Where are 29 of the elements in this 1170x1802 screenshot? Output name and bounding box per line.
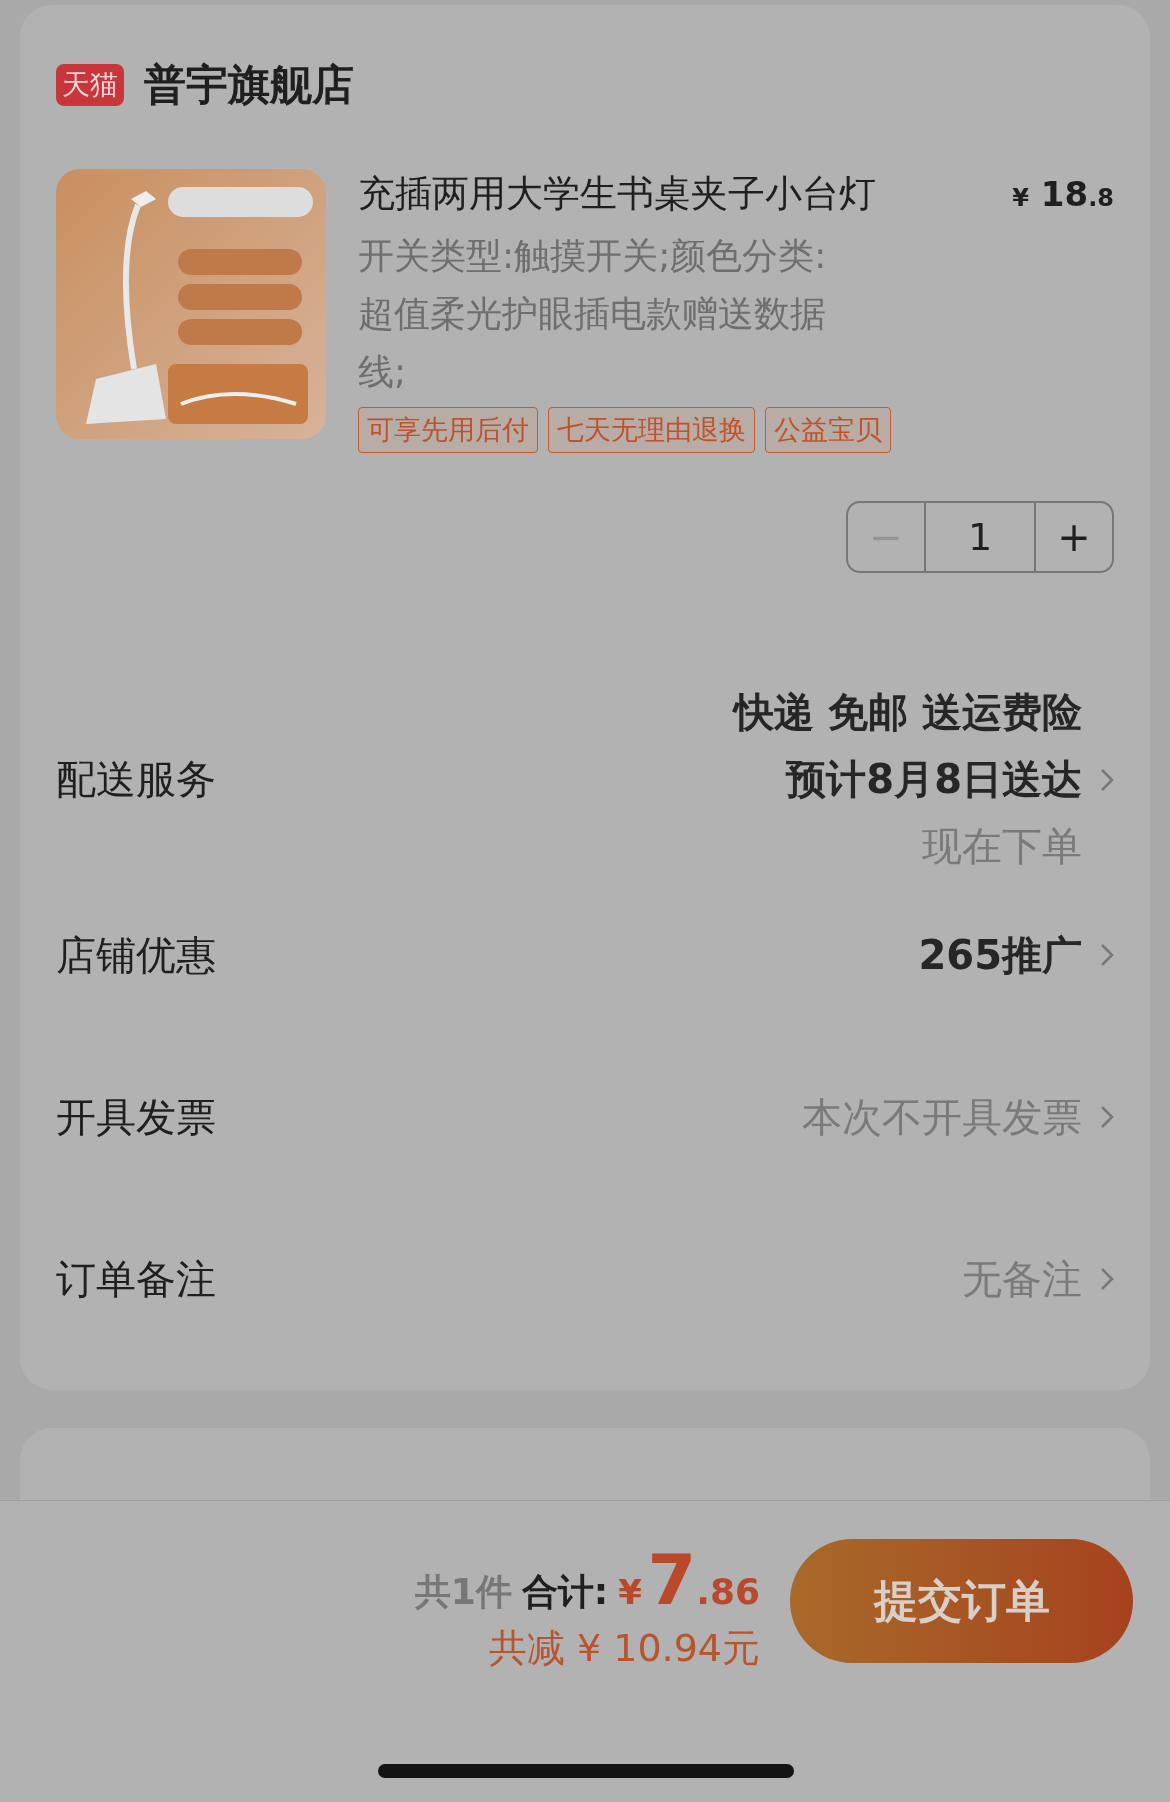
product-title: 充插两用大学生书桌夹子小台灯 <box>358 171 876 217</box>
store-badge: 天猫 <box>56 63 124 107</box>
chevron-icon[interactable] <box>1100 1105 1114 1129</box>
row-value: 快递 免邮 送运费险 <box>734 688 1082 737</box>
chevron-icon[interactable] <box>1100 943 1114 967</box>
chevron-icon[interactable] <box>1100 767 1114 792</box>
row-label: 店铺优惠 <box>56 930 216 980</box>
discount-total: 共减 ¥ 10.94元 <box>488 1625 760 1672</box>
service-tag: 可享先用后付 <box>358 407 538 453</box>
submit-order-button[interactable]: 提交订单 <box>790 1539 1133 1663</box>
row-value: 预计8月8日送达 <box>786 755 1082 804</box>
service-tag: 公益宝贝 <box>765 407 891 453</box>
row-value: 现在下单 <box>922 822 1082 871</box>
increase-button[interactable]: + <box>1036 503 1112 571</box>
row-value: 无备注 <box>962 1254 1082 1304</box>
row-label: 开具发票 <box>56 1092 216 1142</box>
row-value: 265推广 <box>918 930 1082 980</box>
product-spec: 开关类型:触摸开关;颜色分类:超值柔光护眼插电款赠送数据线; <box>358 234 828 394</box>
chevron-icon[interactable] <box>1100 1267 1114 1291</box>
total-price: ¥7.86 <box>618 1539 760 1621</box>
service-tag: 七天无理由退换 <box>548 407 755 453</box>
row-label: 配送服务 <box>56 755 216 804</box>
item-count: 共1件 <box>414 1570 512 1614</box>
row-value: 本次不开具发票 <box>802 1092 1082 1142</box>
product-price: ¥ 18.8 <box>1012 174 1114 214</box>
row-label: 订单备注 <box>56 1254 216 1304</box>
quantity-field[interactable]: 1 <box>924 503 1036 571</box>
store-name[interactable]: 普宇旗舰店 <box>144 57 354 113</box>
total-label: 合计: <box>521 1570 609 1614</box>
